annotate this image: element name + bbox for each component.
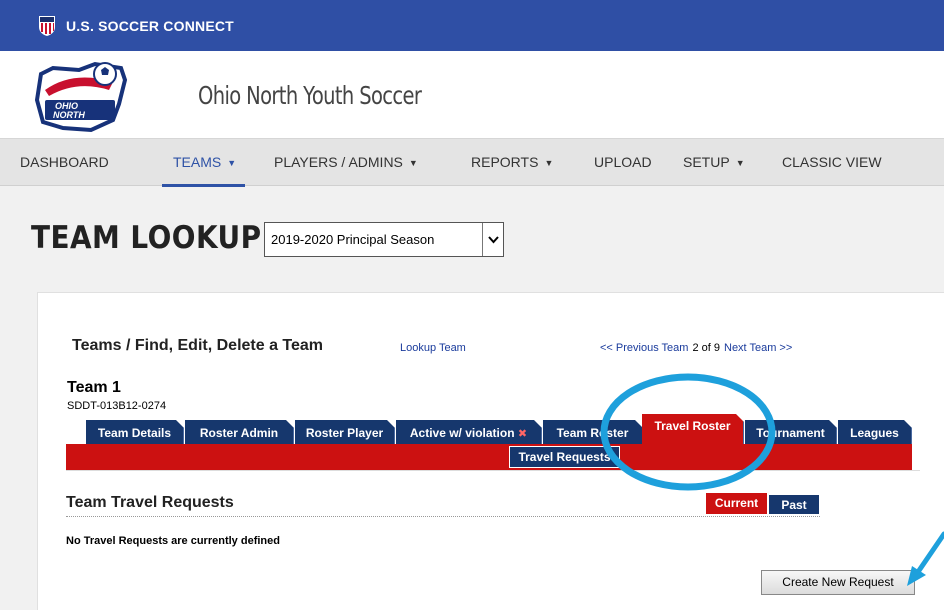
team-pager: << Previous Team 2 of 9 Next Team >> <box>600 342 792 354</box>
team-name: Team 1 <box>67 379 121 396</box>
chevron-down-icon: ▼ <box>408 158 418 168</box>
nav-reports[interactable]: REPORTS ▼ <box>471 139 553 185</box>
tab-roster-admin[interactable]: Roster Admin <box>185 420 294 444</box>
nav-upload[interactable]: UPLOAD <box>594 139 652 185</box>
team-count: 2 of 9 <box>692 342 720 354</box>
tab-leagues[interactable]: Leagues <box>838 420 912 444</box>
create-new-request-button[interactable]: Create New Request <box>761 570 915 595</box>
page-title: TEAM LOOKUP <box>31 220 262 256</box>
ohio-north-logo[interactable]: OHIO NORTH <box>33 60 133 134</box>
lookup-team-link[interactable]: Lookup Team <box>400 342 466 354</box>
violation-icon: ✖ <box>517 428 528 440</box>
tab-travel-roster[interactable]: Travel Roster <box>642 414 744 444</box>
previous-team-link[interactable]: << Previous Team <box>600 342 688 354</box>
season-select-value: 2019-2020 Principal Season <box>271 232 435 247</box>
next-team-link[interactable]: Next Team >> <box>724 342 792 354</box>
chevron-down-icon: ▼ <box>544 158 554 168</box>
nav-setup[interactable]: SETUP ▼ <box>683 139 745 185</box>
breadcrumb: Teams / Find, Edit, Delete a Team <box>72 337 324 354</box>
team-code: SDDT-013B12-0274 <box>67 400 167 412</box>
current-toggle[interactable]: Current <box>706 493 767 514</box>
tab-team-roster[interactable]: Team Roster <box>543 420 643 444</box>
subtab-travel-requests[interactable]: Travel Requests <box>509 446 620 468</box>
tab-active-violation[interactable]: Active w/ violation ✖ <box>396 420 542 444</box>
nav-dashboard[interactable]: DASHBOARD <box>20 139 109 185</box>
org-header: OHIO NORTH Ohio North Youth Soccer <box>0 51 944 138</box>
subtab-bar <box>66 444 912 470</box>
divider <box>66 516 820 517</box>
main-nav: DASHBOARD TEAMS ▼ PLAYERS / ADMINS ▼ REPOR… <box>0 138 944 187</box>
org-name: Ohio North Youth Soccer <box>198 81 422 110</box>
tab-team-details[interactable]: Team Details <box>86 420 184 444</box>
season-select[interactable]: 2019-2020 Principal Season <box>264 222 504 257</box>
usa-soccer-shield-icon <box>39 15 55 36</box>
chevron-down-icon: ▼ <box>227 158 237 168</box>
past-toggle[interactable]: Past <box>769 495 819 514</box>
team-tabs: Team Details Roster Admin Roster Player … <box>86 418 912 444</box>
tab-roster-player[interactable]: Roster Player <box>295 420 395 444</box>
chevron-down-icon: ▼ <box>735 158 745 168</box>
nav-classic-view[interactable]: CLASSIC VIEW <box>782 139 882 185</box>
chevron-down-icon[interactable] <box>482 223 503 256</box>
svg-text:NORTH: NORTH <box>53 110 85 120</box>
empty-state-message: No Travel Requests are currently defined <box>66 535 280 547</box>
divider <box>66 470 920 471</box>
nav-players-admins[interactable]: PLAYERS / ADMINS ▼ <box>274 139 418 185</box>
tab-tournament[interactable]: Tournament <box>745 420 837 444</box>
top-bar: U.S. SOCCER CONNECT <box>0 0 944 51</box>
app-title[interactable]: U.S. SOCCER CONNECT <box>66 18 234 34</box>
nav-teams[interactable]: TEAMS ▼ <box>161 139 246 187</box>
section-title: Team Travel Requests <box>66 494 234 511</box>
